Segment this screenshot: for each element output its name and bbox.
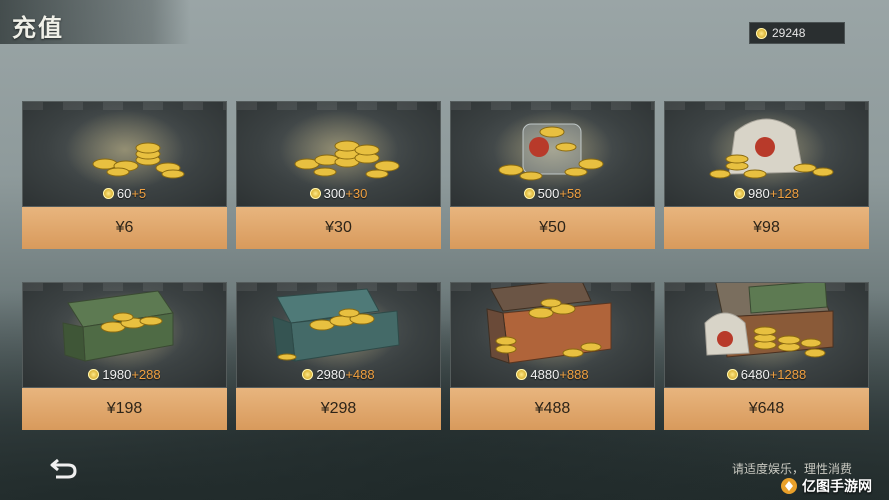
- package-art-area: 1980 +288: [22, 282, 227, 388]
- package-card-4[interactable]: 980 +128 ¥98: [664, 101, 869, 249]
- package-art-area: 4880 +888: [450, 282, 655, 388]
- gold-coin-icon: [302, 369, 314, 380]
- bonus-value: +128: [769, 186, 799, 201]
- page-title: 充值: [12, 15, 64, 42]
- package-art-area: 500 +58: [450, 101, 655, 207]
- watermark: 亿图手游网: [780, 476, 872, 496]
- package-amount: 6480 +1288: [665, 367, 868, 382]
- bonus-value: +58: [559, 186, 582, 201]
- package-card-6[interactable]: 2980 +488 ¥298: [236, 282, 441, 430]
- watermark-logo-icon: [781, 478, 797, 494]
- bonus-value: +30: [345, 186, 368, 201]
- back-button[interactable]: [48, 452, 80, 484]
- price-button[interactable]: ¥98: [664, 207, 869, 249]
- amount-value: 4880: [530, 367, 560, 382]
- price-button[interactable]: ¥198: [22, 388, 227, 430]
- amount-value: 1980: [102, 367, 132, 382]
- package-art-area: 60 +5: [22, 101, 227, 207]
- watermark-text: 亿图手游网: [802, 478, 872, 494]
- price-button[interactable]: ¥30: [236, 207, 441, 249]
- amount-value: 2980: [316, 367, 346, 382]
- bonus-value: +888: [559, 367, 589, 382]
- gold-coin-icon: [523, 188, 535, 199]
- amount-value: 300: [323, 186, 346, 201]
- package-amount: 2980 +488: [237, 367, 440, 382]
- bonus-value: +288: [131, 367, 161, 382]
- package-art-area: 2980 +488: [236, 282, 441, 388]
- package-card-2[interactable]: 300 +30 ¥30: [236, 101, 441, 249]
- amount-value: 980: [748, 186, 770, 201]
- gold-coin-icon: [734, 188, 745, 199]
- price-button[interactable]: ¥648: [664, 388, 869, 430]
- amount-value: 60: [116, 186, 132, 201]
- price-button[interactable]: ¥6: [22, 207, 227, 249]
- price-button[interactable]: ¥298: [236, 388, 441, 430]
- package-amount: 980 +128: [665, 186, 868, 201]
- price-button[interactable]: ¥488: [450, 388, 655, 430]
- title-bar: 充值: [0, 0, 190, 44]
- package-card-5[interactable]: 1980 +288 ¥198: [22, 282, 227, 430]
- package-amount: 300 +30: [237, 186, 440, 201]
- gold-coin-icon: [102, 188, 114, 199]
- package-amount: 4880 +888: [451, 367, 654, 382]
- bonus-value: +1288: [769, 367, 807, 382]
- amount-value: 6480: [740, 367, 770, 382]
- bonus-value: +5: [131, 186, 147, 201]
- gold-coin-icon: [726, 369, 738, 380]
- gold-coin-icon: [88, 369, 100, 380]
- gold-coin-icon: [309, 188, 321, 199]
- package-amount: 1980 +288: [23, 367, 226, 382]
- package-card-8[interactable]: 6480 +1288 ¥648: [664, 282, 869, 430]
- package-card-7[interactable]: 4880 +888 ¥488: [450, 282, 655, 430]
- gold-coin-icon: [756, 27, 767, 39]
- package-art-area: 300 +30: [236, 101, 441, 207]
- bonus-value: +488: [345, 367, 375, 382]
- package-card-3[interactable]: 500 +58 ¥50: [450, 101, 655, 249]
- balance-value: 29248: [772, 26, 806, 40]
- package-amount: 60 +5: [23, 186, 226, 201]
- gold-coin-icon: [516, 369, 528, 380]
- package-art-area: 980 +128: [664, 101, 869, 207]
- package-art-area: 6480 +1288: [664, 282, 869, 388]
- amount-value: 500: [537, 186, 560, 201]
- price-button[interactable]: ¥50: [450, 207, 655, 249]
- package-amount: 500 +58: [451, 186, 654, 201]
- package-card-1[interactable]: 60 +5 ¥6: [22, 101, 227, 249]
- currency-balance: 29248: [749, 22, 845, 44]
- back-arrow-icon: [50, 458, 77, 479]
- moderation-notice: 请适度娱乐，理性消费: [732, 462, 853, 476]
